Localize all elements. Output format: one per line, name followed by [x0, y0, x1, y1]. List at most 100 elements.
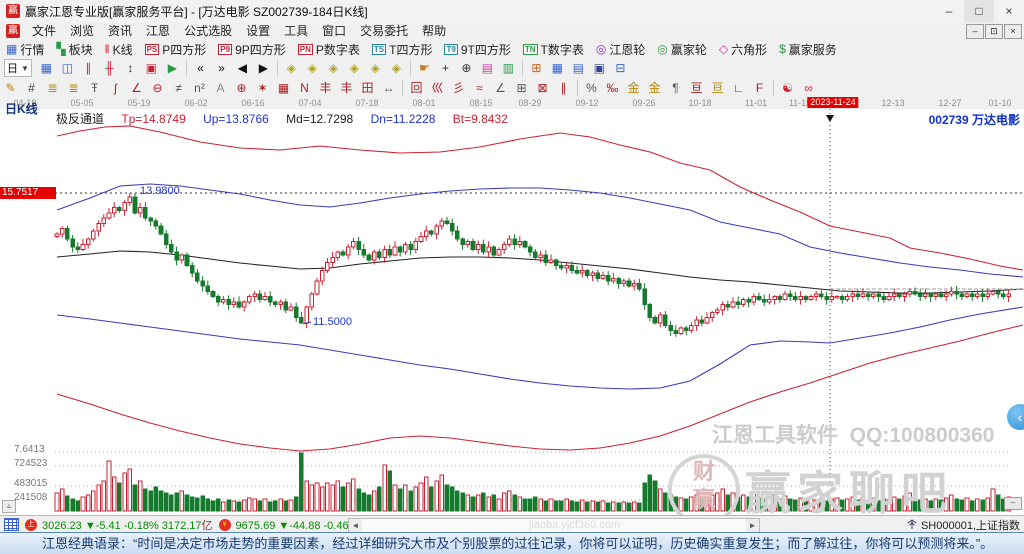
angle-tool-icon[interactable]: ∠: [126, 79, 147, 97]
mdi-close-button[interactable]: ×: [1004, 24, 1022, 39]
star-burst-icon[interactable]: ✶: [252, 79, 273, 97]
zoom-tool-icon[interactable]: ⊕: [456, 59, 477, 77]
period-select[interactable]: 日 ▼: [4, 59, 32, 77]
menu-item-10[interactable]: 帮助: [415, 22, 453, 40]
close-button[interactable]: ×: [994, 0, 1024, 22]
hand-tool-icon[interactable]: ☛: [414, 59, 435, 77]
jump-first-icon[interactable]: «: [190, 59, 211, 77]
diamond-zoom-4-icon[interactable]: ◈: [344, 59, 365, 77]
maximize-button[interactable]: □: [964, 0, 994, 22]
scale-toggle-icon[interactable]: ↕: [120, 59, 141, 77]
taiji-icon[interactable]: ☯: [777, 79, 798, 97]
t-square-button[interactable]: TS T四方形: [368, 41, 437, 58]
crosshair-tool-icon[interactable]: +: [435, 59, 456, 77]
gann-frame-icon[interactable]: 回: [406, 79, 427, 97]
gann-wheel-button[interactable]: ◎ 江恩轮: [592, 41, 650, 58]
data-manager-icon[interactable]: ⊟: [610, 59, 631, 77]
menu-item-4[interactable]: 江恩: [139, 22, 177, 40]
menu-item-7[interactable]: 工具: [277, 22, 315, 40]
prev-bar-icon[interactable]: ◀: [232, 59, 253, 77]
menu-item-5[interactable]: 公式选股: [177, 22, 239, 40]
nine-t-square-button[interactable]: T9 9T四方形: [440, 41, 514, 58]
hook-line-icon[interactable]: ʃ: [105, 79, 126, 97]
box-band-icon[interactable]: 亘: [686, 79, 707, 97]
save-icon[interactable]: ▣: [589, 59, 610, 77]
mdi-restore-button[interactable]: ⊡: [985, 24, 1003, 39]
gold-coin-icon[interactable]: 金: [623, 79, 644, 97]
menu-item-2[interactable]: 浏览: [63, 22, 101, 40]
net-grid-icon[interactable]: ⊠: [532, 79, 553, 97]
fence-icon[interactable]: 丰: [315, 79, 336, 97]
jump-last-icon[interactable]: »: [211, 59, 232, 77]
candle-style-icon[interactable]: ∥: [78, 59, 99, 77]
diamond-zoom-5-icon[interactable]: ◈: [365, 59, 386, 77]
gann-fan2-icon[interactable]: 彡: [448, 79, 469, 97]
gann-circle-icon[interactable]: ⊕: [231, 79, 252, 97]
wave-lines-icon[interactable]: ≈: [469, 79, 490, 97]
ellipse-tool-icon[interactable]: ⊖: [147, 79, 168, 97]
h-expand-icon[interactable]: ↔: [378, 79, 399, 97]
p-number-table-button[interactable]: PN P数字表: [294, 41, 364, 58]
p-square-button[interactable]: PS P四方形: [141, 41, 211, 58]
hexagon-button[interactable]: ◇ 六角形: [715, 41, 771, 58]
hatch-tool-icon[interactable]: ≠: [168, 79, 189, 97]
menu-item-9[interactable]: 交易委托: [353, 22, 415, 40]
collapse-pane-button[interactable]: –: [1004, 497, 1022, 510]
nine-p-square-button[interactable]: P9 9P四方形: [214, 41, 289, 58]
pilcrow-icon[interactable]: ¶: [665, 79, 686, 97]
sectors-button[interactable]: ▚ 板块: [52, 41, 96, 58]
gold-bars-icon[interactable]: ≣: [42, 79, 63, 97]
next-bar-icon[interactable]: ▶: [253, 59, 274, 77]
permille-icon[interactable]: ‰: [602, 79, 623, 97]
pane-toggle-button[interactable]: ▵: [2, 500, 16, 513]
parallel-lines-icon[interactable]: ∥: [553, 79, 574, 97]
corner-line-icon[interactable]: ∟: [728, 79, 749, 97]
a-label-icon[interactable]: A: [210, 79, 231, 97]
scroll-right-button[interactable]: ►: [746, 519, 759, 532]
bar-style-icon[interactable]: ╫: [99, 59, 120, 77]
percent-icon[interactable]: %: [581, 79, 602, 97]
report-icon[interactable]: ▤: [568, 59, 589, 77]
fence2-icon[interactable]: 丰: [336, 79, 357, 97]
minimize-button[interactable]: –: [934, 0, 964, 22]
green-panel-icon[interactable]: ▥: [498, 59, 519, 77]
main-chart-icon[interactable]: ▣: [141, 59, 162, 77]
window-layout-icon[interactable]: ▦: [36, 59, 57, 77]
slope-line-icon[interactable]: ∠: [490, 79, 511, 97]
menu-item-6[interactable]: 设置: [239, 22, 277, 40]
gold-bars2-icon[interactable]: ≣: [63, 79, 84, 97]
t-bar-icon[interactable]: Ŧ: [84, 79, 105, 97]
calculator-icon[interactable]: ▦: [547, 59, 568, 77]
menu-item-3[interactable]: 资讯: [101, 22, 139, 40]
scroll-left-button[interactable]: ◄: [349, 519, 362, 532]
gold-coin2-icon[interactable]: 金: [644, 79, 665, 97]
diamond-zoom-6-icon[interactable]: ◈: [386, 59, 407, 77]
grid-add-icon[interactable]: ⊞: [511, 79, 532, 97]
f-line-icon[interactable]: F: [749, 79, 770, 97]
menu-item-8[interactable]: 窗口: [315, 22, 353, 40]
winner-wheel-button[interactable]: ◎ 赢家轮: [653, 41, 711, 58]
diamond-zoom-1-icon[interactable]: ◈: [281, 59, 302, 77]
t-number-table-button[interactable]: TN T数字表: [519, 41, 588, 58]
infinity-icon[interactable]: ∞: [798, 79, 819, 97]
candlestick-canvas[interactable]: [0, 109, 1024, 515]
market-quotes-button[interactable]: ▦ 行情: [2, 41, 48, 58]
n-mark-icon[interactable]: Ν: [294, 79, 315, 97]
mdi-minimize-button[interactable]: –: [966, 24, 984, 39]
flag-chart-icon[interactable]: ▶: [162, 59, 183, 77]
menu-item-1[interactable]: 文件: [25, 22, 63, 40]
pencil-icon[interactable]: ✎: [0, 79, 21, 97]
grid-pound-icon[interactable]: #: [21, 79, 42, 97]
quote-grid-icon[interactable]: [4, 518, 19, 531]
n-square-icon[interactable]: n²: [189, 79, 210, 97]
diamond-zoom-3-icon[interactable]: ◈: [323, 59, 344, 77]
box-band-gold-icon[interactable]: 亘: [707, 79, 728, 97]
gann-fan-icon[interactable]: 巛: [427, 79, 448, 97]
field-grid-icon[interactable]: 田: [357, 79, 378, 97]
winner-service-button[interactable]: $ 赢家服务: [775, 41, 841, 58]
horizontal-scrollbar[interactable]: ◄ jiaoba.yjcf360.com ►: [348, 518, 760, 533]
diamond-zoom-2-icon[interactable]: ◈: [302, 59, 323, 77]
dark-grid-icon[interactable]: ▦: [273, 79, 294, 97]
kline-button[interactable]: ‖ K线: [101, 41, 137, 58]
chart-area[interactable]: 江恩工具软件 QQ:100800360 财赢 赢家聊吧 极反通道 Tp=14.8…: [0, 109, 1024, 515]
